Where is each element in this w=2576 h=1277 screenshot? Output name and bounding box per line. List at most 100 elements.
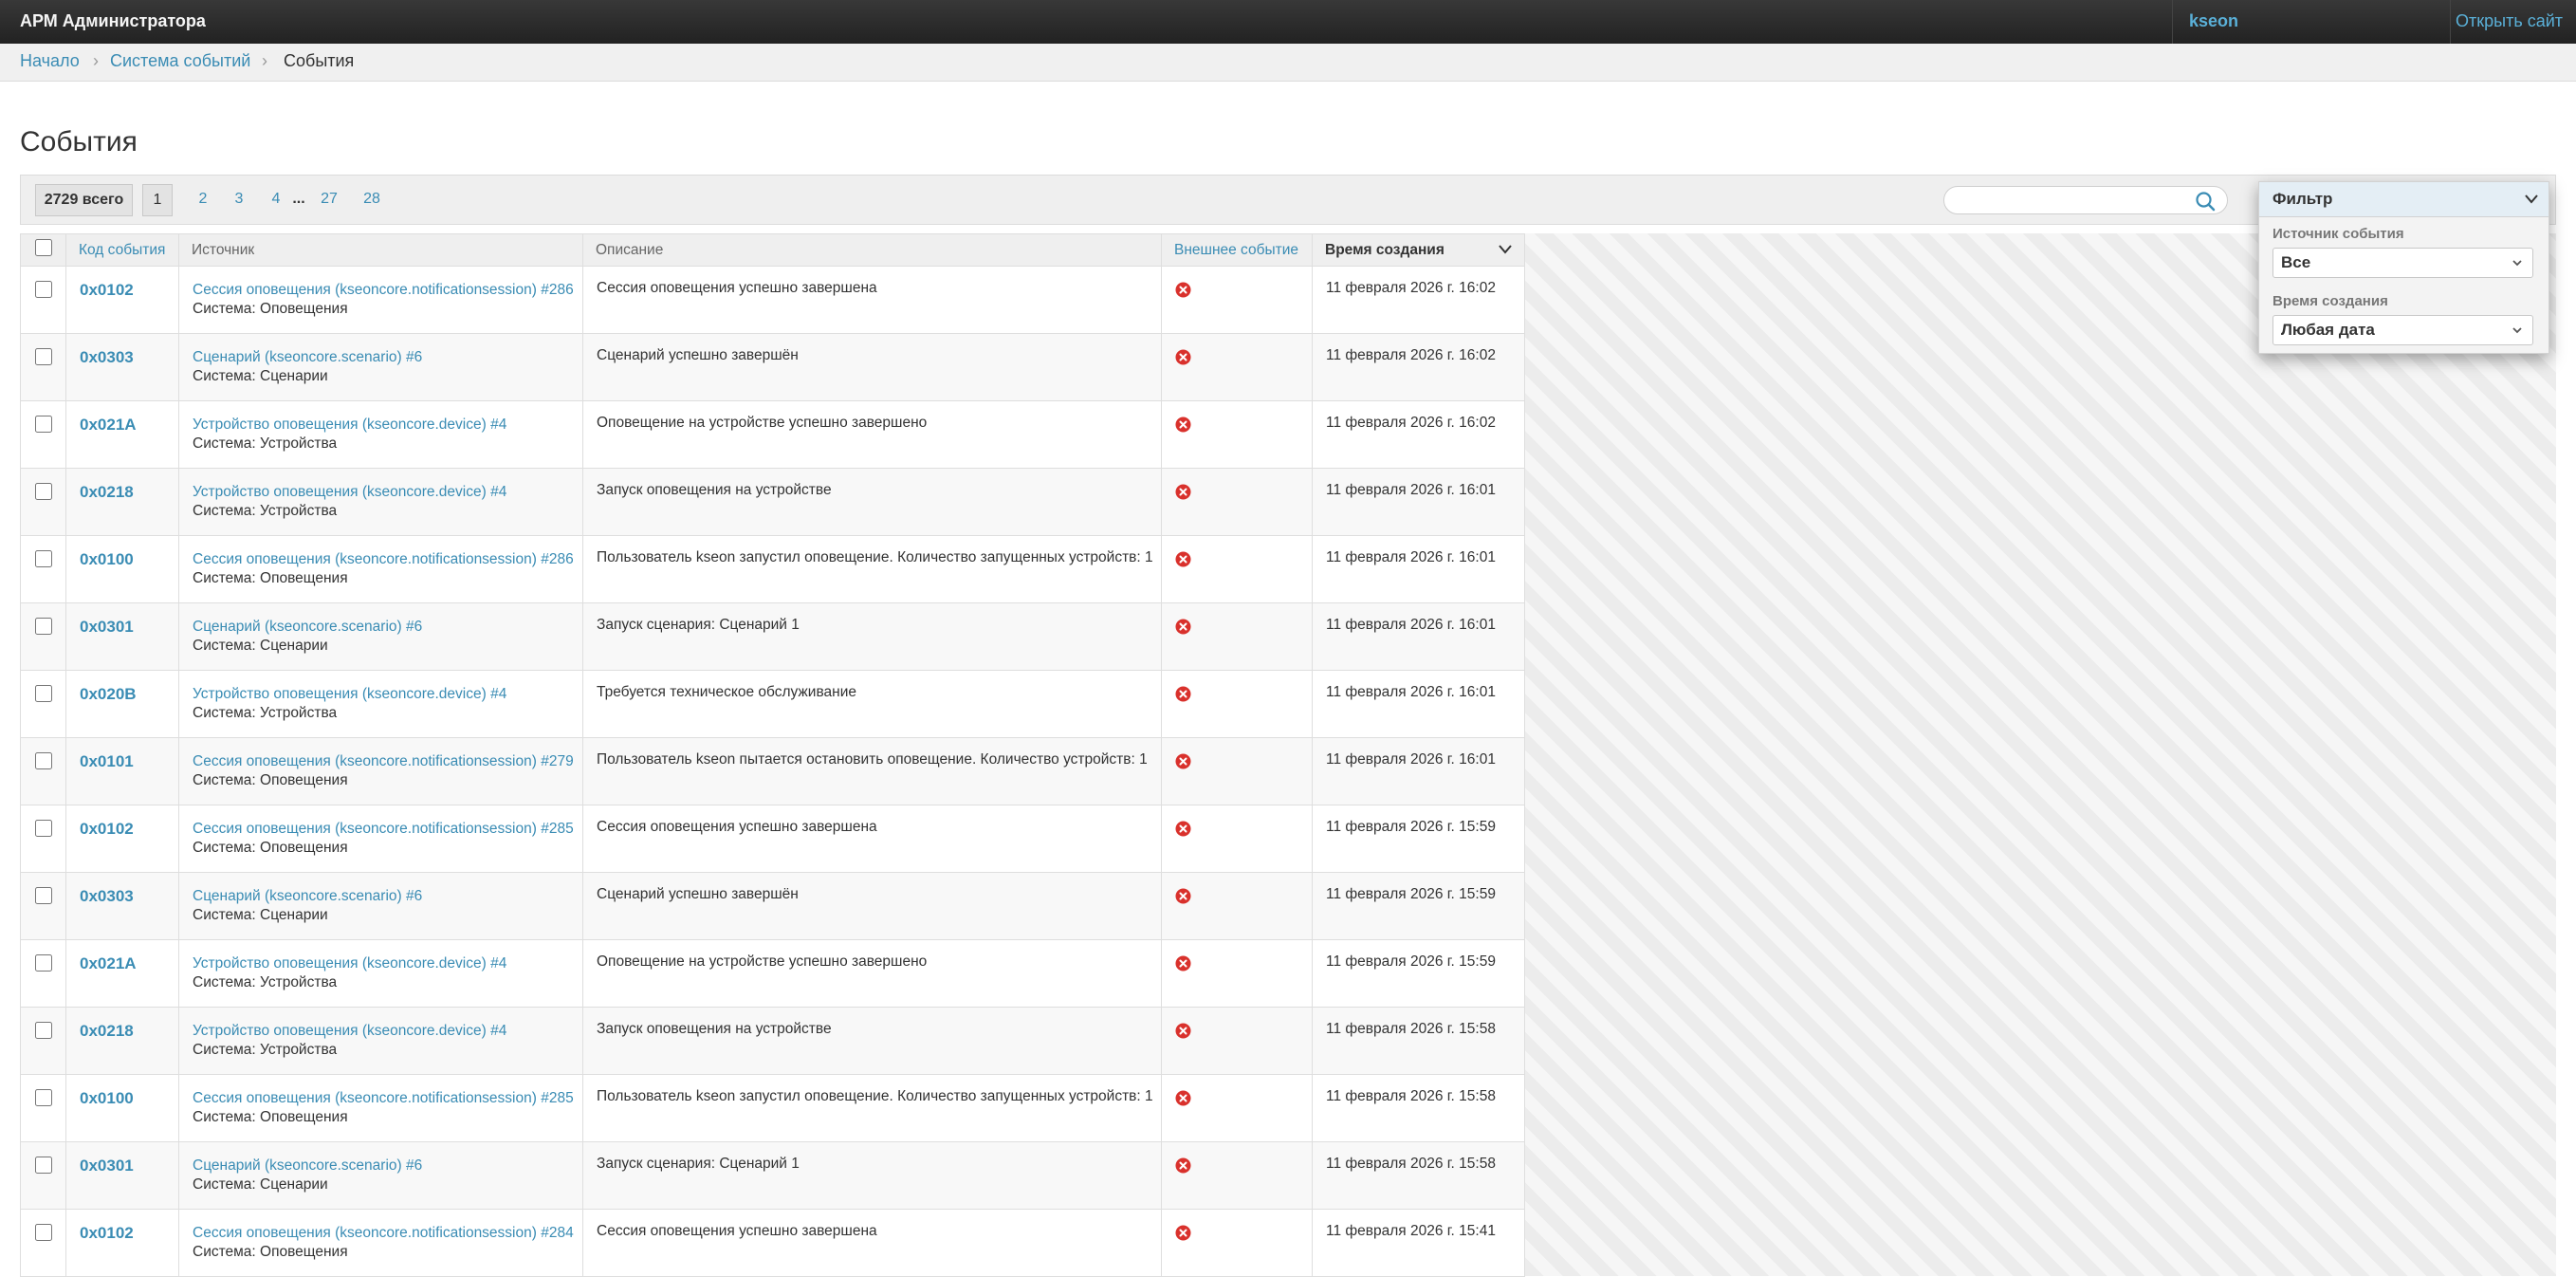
source-system: Система: Устройства (193, 503, 338, 519)
table-row[interactable]: 0x0101 Сессия оповещения (kseoncore.noti… (20, 737, 1525, 805)
source-link[interactable]: Устройство оповещения (kseoncore.device)… (193, 416, 582, 435)
event-code-link[interactable]: 0x0303 (65, 333, 179, 401)
row-checkbox[interactable] (34, 1022, 52, 1039)
source-link[interactable]: Устройство оповещения (kseoncore.device)… (193, 954, 582, 973)
select-all-checkbox[interactable] (34, 239, 52, 256)
row-checkbox[interactable] (34, 1089, 52, 1106)
column-header-external[interactable]: Внешнее событие (1161, 233, 1313, 267)
source-link[interactable]: Сессия оповещения (kseoncore.notificatio… (193, 752, 582, 771)
open-site-link[interactable]: Открыть сайт (2450, 0, 2576, 44)
page-link[interactable]: 28 (358, 184, 386, 216)
page-link[interactable]: 3 (230, 184, 248, 216)
user-menu[interactable]: kseon (2172, 0, 2450, 44)
filter-source-value[interactable]: Все (2281, 249, 2310, 277)
red-x-icon (1175, 349, 1191, 365)
filter-title[interactable]: Фильтр (2272, 182, 2332, 216)
chevron-down-icon[interactable] (2524, 194, 2539, 205)
table-row[interactable]: 0x0218 Устройство оповещения (kseoncore.… (20, 1007, 1525, 1075)
filter-time-value[interactable]: Любая дата (2281, 316, 2375, 344)
row-checkbox[interactable] (34, 820, 52, 837)
row-checkbox[interactable] (34, 887, 52, 904)
event-code-link[interactable]: 0x0218 (65, 1007, 179, 1075)
source-link[interactable]: Сессия оповещения (kseoncore.notificatio… (193, 820, 582, 839)
row-checkbox[interactable] (34, 550, 52, 567)
row-checkbox[interactable] (34, 416, 52, 433)
event-code-link[interactable]: 0x0301 (65, 1141, 179, 1210)
table-row[interactable]: 0x0301 Сценарий (kseoncore.scenario) #6 … (20, 602, 1525, 671)
source-link[interactable]: Сценарий (kseoncore.scenario) #6 (193, 348, 582, 367)
search-box[interactable] (1943, 186, 2228, 214)
source-link[interactable]: Сессия оповещения (kseoncore.notificatio… (193, 550, 582, 569)
table-row[interactable]: 0x0303 Сценарий (kseoncore.scenario) #6 … (20, 872, 1525, 940)
source-link[interactable]: Сессия оповещения (kseoncore.notificatio… (193, 281, 582, 300)
table-row[interactable]: 0x021A Устройство оповещения (kseoncore.… (20, 939, 1525, 1008)
filter-header[interactable]: Фильтр (2259, 182, 2548, 217)
event-code-link[interactable]: 0x0102 (65, 805, 179, 873)
chevron-down-icon[interactable] (2512, 259, 2523, 268)
row-checkbox[interactable] (34, 685, 52, 702)
table-row[interactable]: 0x0303 Сценарий (kseoncore.scenario) #6 … (20, 333, 1525, 401)
column-header-code[interactable]: Код события (65, 233, 179, 267)
event-code-link[interactable]: 0x0301 (65, 602, 179, 671)
page-link[interactable]: 2 (193, 184, 212, 216)
table-header-row: Код события Источник Описание Внешнее со… (20, 233, 1525, 267)
column-header-created[interactable]: Время создания (1312, 233, 1525, 267)
table-row[interactable]: 0x0100 Сессия оповещения (kseoncore.noti… (20, 1074, 1525, 1142)
page-link[interactable]: 27 (315, 184, 343, 216)
source-link[interactable]: Сценарий (kseoncore.scenario) #6 (193, 618, 582, 637)
chevron-down-icon[interactable] (1498, 244, 1513, 255)
table-row[interactable]: 0x0301 Сценарий (kseoncore.scenario) #6 … (20, 1141, 1525, 1210)
breadcrumb-section[interactable]: Система событий (110, 44, 250, 79)
page-link[interactable]: 4 (267, 184, 285, 216)
row-checkbox[interactable] (34, 281, 52, 298)
event-code-link[interactable]: 0x0218 (65, 468, 179, 536)
filter-source-select[interactable]: Все (2272, 248, 2533, 278)
search-input[interactable] (1954, 191, 2185, 212)
filter-time-select[interactable]: Любая дата (2272, 315, 2533, 345)
table-row[interactable]: 0x0218 Устройство оповещения (kseoncore.… (20, 468, 1525, 536)
source-system: Система: Сценарии (193, 368, 328, 384)
event-code-link[interactable]: 0x020B (65, 670, 179, 738)
source-link[interactable]: Устройство оповещения (kseoncore.device)… (193, 483, 582, 502)
row-checkbox[interactable] (34, 954, 52, 972)
created-time-cell: 11 февраля 2026 г. 16:01 (1312, 602, 1525, 671)
description-cell: Пользователь kseon запустил оповещение. … (582, 535, 1162, 603)
row-checkbox[interactable] (34, 483, 52, 500)
column-header-created-label[interactable]: Время создания (1325, 242, 1444, 258)
source-link[interactable]: Сессия оповещения (kseoncore.notificatio… (193, 1224, 582, 1243)
breadcrumb-home[interactable]: Начало (20, 44, 80, 79)
row-checkbox[interactable] (34, 1157, 52, 1174)
table-row[interactable]: 0x020B Устройство оповещения (kseoncore.… (20, 670, 1525, 738)
source-link[interactable]: Устройство оповещения (kseoncore.device)… (193, 685, 582, 704)
event-code-link[interactable]: 0x0102 (65, 1209, 179, 1277)
event-code-link[interactable]: 0x0101 (65, 737, 179, 805)
description-cell: Сценарий успешно завершён (582, 333, 1162, 401)
source-link[interactable]: Сессия оповещения (kseoncore.notificatio… (193, 1089, 582, 1108)
search-icon[interactable] (2195, 191, 2216, 212)
event-code-link[interactable]: 0x021A (65, 939, 179, 1008)
source-link[interactable]: Устройство оповещения (kseoncore.device)… (193, 1022, 582, 1041)
row-checkbox[interactable] (34, 348, 52, 365)
table-row[interactable]: 0x0100 Сессия оповещения (kseoncore.noti… (20, 535, 1525, 603)
event-code-link[interactable]: 0x0102 (65, 266, 179, 334)
brand-title[interactable]: АРМ Администратора (20, 0, 206, 42)
event-code-link[interactable]: 0x0100 (65, 535, 179, 603)
source-cell: Сессия оповещения (kseoncore.notificatio… (178, 805, 583, 873)
event-code-link[interactable]: 0x0303 (65, 872, 179, 940)
source-link[interactable]: Сценарий (kseoncore.scenario) #6 (193, 1157, 582, 1175)
event-code-link[interactable]: 0x0100 (65, 1074, 179, 1142)
row-checkbox[interactable] (34, 618, 52, 635)
table-row[interactable]: 0x0102 Сессия оповещения (kseoncore.noti… (20, 1209, 1525, 1277)
open-site-label[interactable]: Открыть сайт (2451, 0, 2576, 42)
user-name[interactable]: kseon (2173, 0, 2450, 42)
source-link[interactable]: Сценарий (kseoncore.scenario) #6 (193, 887, 582, 906)
table-row[interactable]: 0x0102 Сессия оповещения (kseoncore.noti… (20, 266, 1525, 334)
table-row[interactable]: 0x0102 Сессия оповещения (kseoncore.noti… (20, 805, 1525, 873)
event-code-link[interactable]: 0x021A (65, 400, 179, 469)
events-table: Код события Источник Описание Внешнее со… (20, 233, 1525, 1277)
row-select-cell (20, 602, 66, 671)
row-checkbox[interactable] (34, 1224, 52, 1241)
row-checkbox[interactable] (34, 752, 52, 769)
table-row[interactable]: 0x021A Устройство оповещения (kseoncore.… (20, 400, 1525, 469)
chevron-down-icon[interactable] (2512, 326, 2523, 335)
